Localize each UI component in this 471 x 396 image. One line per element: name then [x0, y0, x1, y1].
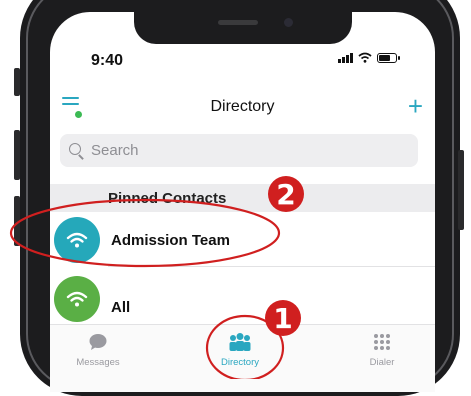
annotation-number: 1: [273, 301, 293, 335]
broadcast-icon: [66, 232, 88, 248]
tab-dialer[interactable]: Dialer: [332, 331, 432, 368]
section-header: Pinned Contacts: [50, 184, 435, 212]
status-icons: [338, 52, 400, 63]
contact-avatar: [54, 276, 100, 322]
tab-label: Directory: [220, 357, 259, 368]
silent-switch: [14, 68, 20, 96]
broadcast-icon: [66, 291, 88, 307]
search-placeholder: Search: [91, 142, 139, 159]
tab-label: Dialer: [369, 357, 395, 368]
volume-down-button: [14, 196, 20, 246]
keypad-icon: [374, 334, 390, 350]
page-title: Directory: [210, 98, 275, 115]
front-camera: [284, 18, 293, 27]
speaker: [218, 20, 258, 25]
chat-bubble-icon: [89, 334, 107, 350]
wifi-icon: [358, 52, 372, 63]
tab-label: Messages: [76, 357, 120, 368]
tab-directory[interactable]: Directory: [190, 331, 290, 368]
contact-row-all[interactable]: All: [50, 274, 435, 326]
power-button: [458, 150, 464, 230]
phone-screen: 9:40 Directory + Search Pinned Contacts: [50, 12, 435, 392]
search-input[interactable]: Search: [60, 134, 418, 167]
contact-name: Admission Team: [111, 232, 230, 249]
search-icon: [69, 142, 85, 159]
signal-icon: [338, 52, 353, 63]
notch: [134, 12, 352, 44]
nav-bar: Directory +: [50, 90, 435, 130]
annotation-badge-1: 1: [265, 300, 301, 336]
contact-row-admission-team[interactable]: Admission Team: [50, 215, 435, 267]
contact-avatar: [54, 217, 100, 263]
volume-up-button: [14, 130, 20, 180]
section-title: Pinned Contacts: [108, 190, 227, 207]
contact-name: All: [111, 299, 131, 316]
status-time: 9:40: [91, 52, 124, 69]
tab-messages[interactable]: Messages: [50, 331, 148, 368]
annotation-badge-2: 2: [268, 176, 304, 212]
battery-icon: [377, 52, 400, 63]
add-icon[interactable]: +: [408, 92, 423, 120]
tab-bar: Messages Directory Dialer: [50, 324, 435, 392]
people-icon: [229, 333, 251, 351]
annotation-number: 2: [276, 177, 296, 211]
row-divider: [108, 266, 435, 267]
